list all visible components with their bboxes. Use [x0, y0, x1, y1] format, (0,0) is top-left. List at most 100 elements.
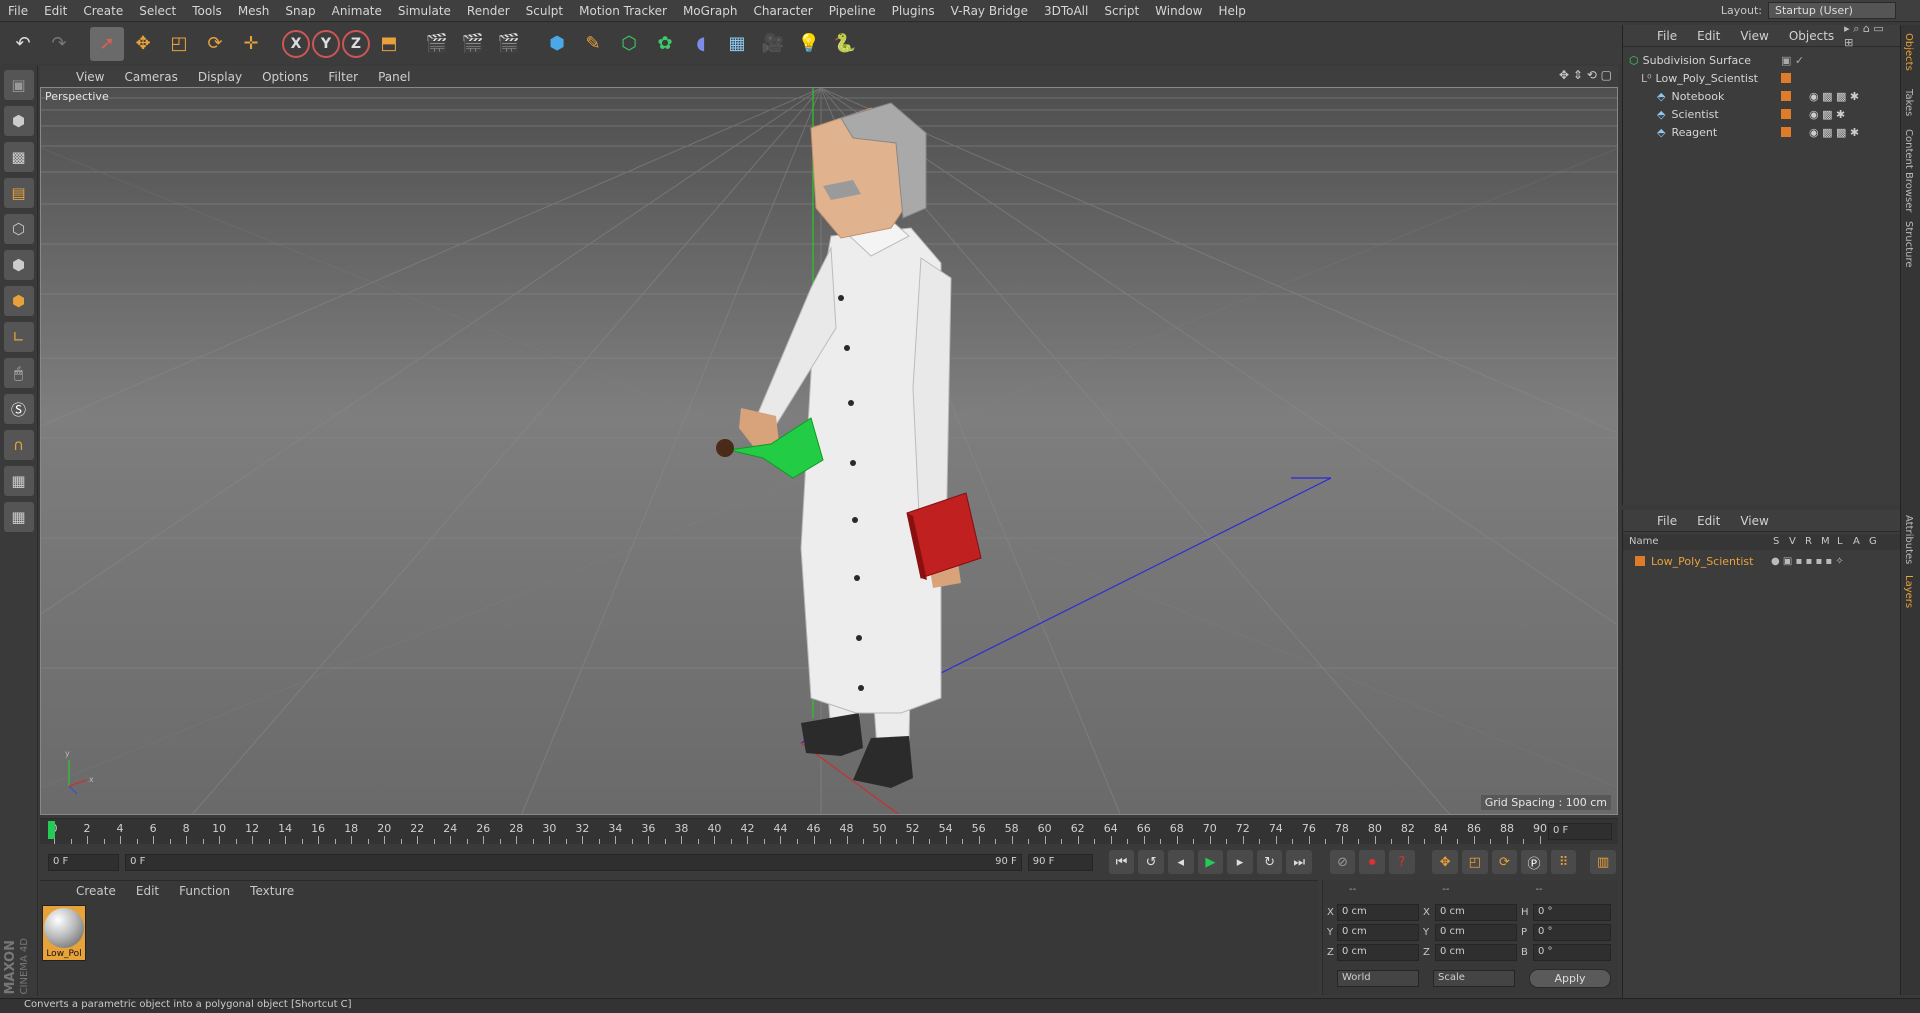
viewport-menu-panel[interactable]: Panel	[368, 70, 420, 84]
tab-attributes[interactable]: Attributes	[1903, 515, 1914, 564]
position-x-field[interactable]: 0 cm	[1337, 904, 1419, 921]
next-frame-icon[interactable]: ▸	[1227, 850, 1253, 874]
move-tool-icon[interactable]: ✥	[126, 27, 160, 61]
play-icon[interactable]: ▶	[1197, 850, 1224, 874]
size-z-field[interactable]: 0 cm	[1435, 944, 1517, 961]
key-rotation-icon[interactable]: ⟳	[1491, 850, 1518, 874]
material-menu-texture[interactable]: Texture	[240, 884, 304, 898]
position-y-field[interactable]: 0 cm	[1337, 924, 1419, 941]
coordinate-system-icon[interactable]: ⬒	[372, 27, 406, 61]
record-keys-icon[interactable]: ⊘	[1329, 850, 1356, 874]
visibility-toggle-icon[interactable]: ▣ ✓	[1781, 54, 1804, 67]
tab-takes[interactable]: Takes	[1903, 89, 1914, 116]
layer-toggle-icons[interactable]: ● ▣ ▪ ▪ ▪ ▪ ✧	[1771, 556, 1844, 567]
light-icon[interactable]: 💡	[792, 27, 826, 61]
layer-color-tag[interactable]	[1781, 109, 1791, 119]
layer-color-tag[interactable]	[1781, 127, 1791, 137]
subdivision-generator-icon[interactable]: ⬡	[612, 27, 646, 61]
start-frame-field[interactable]: 0 F	[48, 853, 120, 871]
rotation-b-field[interactable]: 0 °	[1533, 944, 1611, 961]
menu-create[interactable]: Create	[75, 4, 131, 18]
frame-range-slider[interactable]: 0 F 90 F	[125, 853, 1022, 871]
menu-motion-tracker[interactable]: Motion Tracker	[571, 4, 675, 18]
menu-pipeline[interactable]: Pipeline	[821, 4, 884, 18]
keyframe-selection-icon[interactable]: ?	[1389, 850, 1415, 874]
menu-vray-bridge[interactable]: V-Ray Bridge	[943, 4, 1036, 18]
layer-menu-edit[interactable]: Edit	[1687, 514, 1730, 528]
y-axis-lock-button[interactable]: Y	[312, 29, 340, 58]
viewport-menu-view[interactable]: View	[66, 70, 114, 84]
make-editable-icon[interactable]: ▣	[3, 70, 34, 100]
size-x-field[interactable]: 0 cm	[1435, 904, 1517, 921]
pen-spline-icon[interactable]: ✎	[576, 27, 610, 61]
snap-icon[interactable]: Ⓢ	[3, 394, 34, 424]
render-picture-viewer-icon[interactable]: 🎬	[456, 27, 490, 61]
rotate-tool-icon[interactable]: ⟳	[198, 27, 232, 61]
object-menu-objects[interactable]: Objects	[1779, 29, 1844, 43]
menu-select[interactable]: Select	[131, 4, 184, 18]
menu-plugins[interactable]: Plugins	[884, 4, 943, 18]
menu-help[interactable]: Help	[1210, 4, 1253, 18]
menu-window[interactable]: Window	[1147, 4, 1210, 18]
perspective-viewport[interactable]: y x Perspective Grid Spacing : 100 cm	[40, 87, 1618, 815]
end-frame-field[interactable]: 90 F	[1027, 853, 1093, 871]
object-row-subdivision-surface[interactable]: ⬡ Subdivision Surface ▣ ✓	[1629, 51, 1895, 69]
redo-icon[interactable]: ↷	[42, 27, 76, 61]
coord-space-dropdown[interactable]: World	[1337, 970, 1419, 987]
menu-tools[interactable]: Tools	[184, 4, 230, 18]
layer-color-tag[interactable]	[1781, 91, 1791, 101]
deformer-icon[interactable]: ◖	[684, 27, 718, 61]
autokey-icon[interactable]: ⏺	[1359, 850, 1385, 874]
key-pla-icon[interactable]: ⠿	[1550, 850, 1577, 874]
key-parameter-icon[interactable]: Ⓟ	[1521, 850, 1547, 874]
key-scale-icon[interactable]: ◰	[1462, 850, 1488, 874]
object-row-reagent[interactable]: ⬘ Reagent ◉ ▩ ▩ ✱	[1657, 123, 1895, 141]
layer-menu-file[interactable]: File	[1647, 514, 1687, 528]
tweak-mode-icon[interactable]: 🖱	[3, 358, 34, 388]
scale-tool-icon[interactable]: ◰	[162, 27, 196, 61]
viewport-menu-filter[interactable]: Filter	[318, 70, 368, 84]
material-tag-icons[interactable]: ◉ ▩ ▩ ✱	[1809, 126, 1859, 139]
object-row-low-poly-scientist[interactable]: L⁰ Low_Poly_Scientist	[1641, 69, 1895, 87]
menu-mograph[interactable]: MoGraph	[675, 4, 746, 18]
position-z-field[interactable]: 0 cm	[1337, 944, 1419, 961]
undo-icon[interactable]: ↶	[6, 27, 40, 61]
rotation-p-field[interactable]: 0 °	[1533, 924, 1611, 941]
apply-button[interactable]: Apply	[1529, 969, 1611, 988]
object-menu-view[interactable]: View	[1730, 29, 1778, 43]
edges-mode-icon[interactable]: ⬢	[3, 250, 34, 280]
tab-objects[interactable]: Objects	[1903, 33, 1914, 71]
go-to-end-icon[interactable]: ⏭	[1286, 850, 1312, 874]
viewport-menu-display[interactable]: Display	[188, 70, 252, 84]
polygons-mode-icon[interactable]: ⬢	[3, 286, 34, 316]
layer-menu-view[interactable]: View	[1730, 514, 1778, 528]
menu-edit[interactable]: Edit	[36, 4, 75, 18]
points-mode-icon[interactable]: ⬡	[3, 214, 34, 244]
coord-mode-dropdown[interactable]: Scale	[1433, 970, 1515, 987]
cube-primitive-icon[interactable]: ⬢	[540, 27, 574, 61]
layer-row-low-poly-scientist[interactable]: Low_Poly_Scientist ● ▣ ▪ ▪ ▪ ▪ ✧	[1635, 552, 1895, 570]
camera-icon[interactable]: 🎥	[756, 27, 790, 61]
material-tag-icons[interactable]: ◉ ▩ ▩ ✱	[1809, 90, 1859, 103]
size-y-field[interactable]: 0 cm	[1435, 924, 1517, 941]
object-menu-file[interactable]: File	[1647, 29, 1687, 43]
menu-character[interactable]: Character	[745, 4, 820, 18]
timeline-window-icon[interactable]: ▥	[1590, 850, 1616, 874]
next-key-icon[interactable]: ↻	[1256, 850, 1283, 874]
menu-3dtoall[interactable]: 3DToAll	[1036, 4, 1096, 18]
render-view-icon[interactable]: 🎬	[420, 27, 454, 61]
cloner-icon[interactable]: ✿	[648, 27, 682, 61]
layer-color-swatch[interactable]	[1635, 556, 1645, 566]
menu-simulate[interactable]: Simulate	[390, 4, 459, 18]
previous-key-icon[interactable]: ↺	[1138, 850, 1164, 874]
object-row-notebook[interactable]: ⬘ Notebook ◉ ▩ ▩ ✱	[1657, 87, 1895, 105]
layer-color-tag[interactable]	[1781, 73, 1791, 83]
key-position-icon[interactable]: ✥	[1432, 850, 1459, 874]
select-tool-icon[interactable]: ➚	[90, 26, 124, 61]
texture-mode-icon[interactable]: ▩	[3, 142, 34, 172]
material-swatch[interactable]: Low_Pol	[42, 905, 86, 961]
tab-layers[interactable]: Layers	[1903, 575, 1914, 608]
menu-render[interactable]: Render	[459, 4, 518, 18]
axis-mode-icon[interactable]: ∟	[3, 322, 34, 352]
menu-animate[interactable]: Animate	[324, 4, 390, 18]
